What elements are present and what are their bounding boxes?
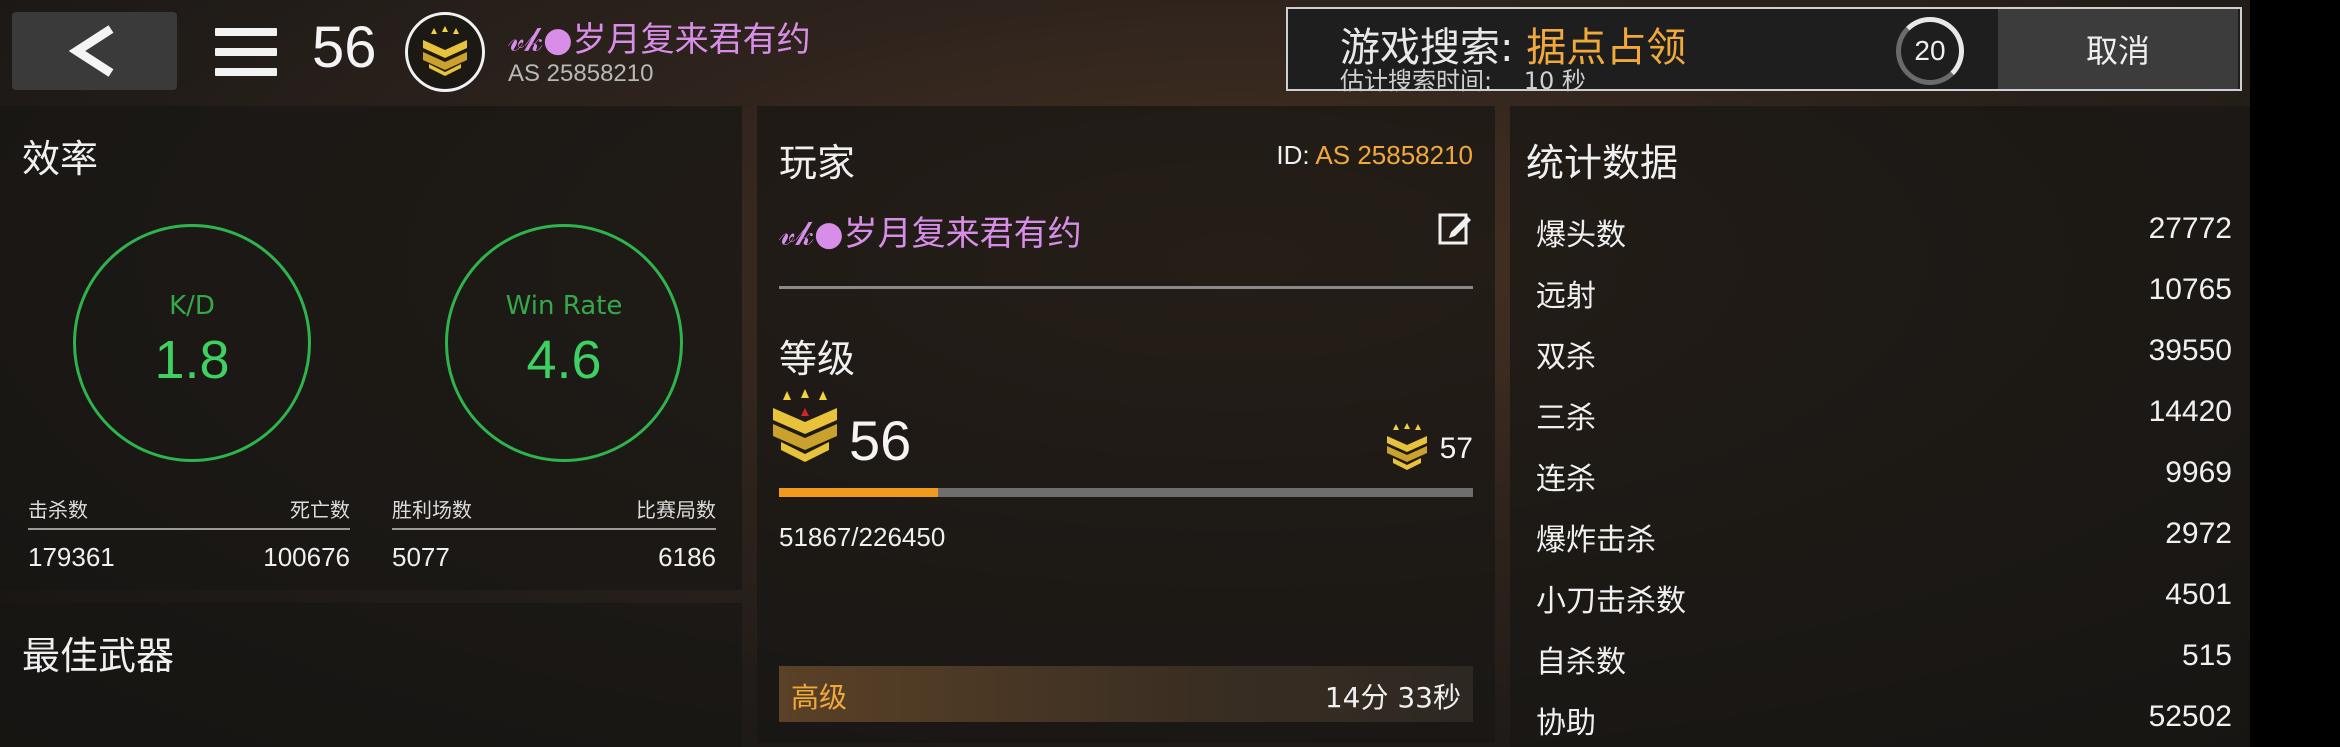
back-button[interactable] xyxy=(12,12,177,90)
kd-value: 1.8 xyxy=(154,330,230,390)
rank-badge-icon xyxy=(405,12,485,92)
kills-label: 击杀数 xyxy=(28,498,88,522)
tier-name: 高级 xyxy=(791,681,848,714)
wins-value: 5077 xyxy=(392,542,450,572)
cancel-search-button[interactable]: 取消 xyxy=(1998,9,2238,89)
matches-value: 6186 xyxy=(658,542,716,572)
edit-pencil-icon[interactable] xyxy=(1437,210,1473,246)
efficiency-title: 效率 xyxy=(22,137,99,181)
hamburger-menu-icon[interactable] xyxy=(215,28,277,80)
current-level: 56 xyxy=(849,409,912,472)
search-countdown: 20 xyxy=(1896,17,1964,85)
player-id: ID: AS 25858210 xyxy=(1276,140,1473,170)
header-player-name: 𝓋𝓀●岁月复来君有约 xyxy=(508,20,811,60)
player-title: 玩家 xyxy=(779,141,856,185)
tier-time: 14分 33秒 xyxy=(1324,681,1461,714)
kd-label: K/D xyxy=(169,291,215,321)
deaths-label: 死亡数 xyxy=(290,498,350,522)
stats-panel: 统计数据 爆头数 27772 远射 10765 双杀 39550 三杀 1442… xyxy=(1510,106,2250,747)
tier-bar: 高级 14分 33秒 xyxy=(779,666,1473,722)
wins-matches-stats: 胜利场数 比赛局数 5077 6186 xyxy=(392,494,716,574)
stat-row-long-shots: 远射 10765 xyxy=(1536,273,2232,314)
stat-row-headshots: 爆头数 27772 xyxy=(1536,212,2232,253)
deaths-value: 100676 xyxy=(263,542,350,572)
xp-progress-fill xyxy=(779,488,938,497)
player-name: 𝓋𝓀●岁月复来君有约 xyxy=(779,214,1082,254)
next-rank-badge-icon xyxy=(1387,423,1427,470)
winrate-ring: Win Rate 4.6 xyxy=(445,224,683,462)
stat-row-triple-kills: 三杀 14420 xyxy=(1536,395,2232,436)
player-panel: 玩家 ID: AS 25858210 𝓋𝓀●岁月复来君有约 等级 56 57 5… xyxy=(757,106,1495,743)
kd-ring: K/D 1.8 xyxy=(73,224,311,462)
top-bar: 56 𝓋𝓀●岁月复来君有约 AS 25858210 游戏搜索: 据点占领 估计搜… xyxy=(0,0,2250,100)
xp-text: 51867/226450 xyxy=(779,522,946,552)
stat-row-explosive-kills: 爆炸击杀 2972 xyxy=(1536,517,2232,558)
divider xyxy=(28,528,350,530)
xp-progress-bar xyxy=(779,488,1473,497)
efficiency-panel: 效率 K/D 1.8 Win Rate 4.6 击杀数 死亡数 179361 1… xyxy=(0,106,742,590)
divider xyxy=(392,528,716,530)
game-profile-screen: 56 𝓋𝓀●岁月复来君有约 AS 25858210 游戏搜索: 据点占领 估计搜… xyxy=(0,0,2250,747)
stats-title: 统计数据 xyxy=(1526,141,1679,185)
kills-value: 179361 xyxy=(28,542,115,572)
header-level: 56 xyxy=(312,15,377,80)
stat-row-double-kills: 双杀 39550 xyxy=(1536,334,2232,375)
stat-row-assists: 协助 52502 xyxy=(1536,700,2232,741)
winrate-value: 4.6 xyxy=(526,330,602,390)
matchmaking-search-box: 游戏搜索: 据点占领 估计搜索时间: 10 秒 20 取消 xyxy=(1286,7,2242,95)
next-level: 57 xyxy=(1439,432,1473,465)
rank-title: 等级 xyxy=(779,337,856,381)
kills-deaths-stats: 击杀数 死亡数 179361 100676 xyxy=(28,494,350,574)
estimated-time-value: 10 秒 xyxy=(1523,67,1586,95)
best-weapon-title: 最佳武器 xyxy=(22,634,175,678)
best-weapon-panel[interactable]: 最佳武器 xyxy=(0,603,742,747)
stat-row-suicides: 自杀数 515 xyxy=(1536,639,2232,680)
matches-label: 比赛局数 xyxy=(636,498,716,522)
chevron-left-icon xyxy=(68,25,113,77)
header-player-id: AS 25858210 xyxy=(508,60,654,87)
stat-row-kill-streaks: 连杀 9969 xyxy=(1536,456,2232,497)
rank-badge-icon xyxy=(773,389,837,462)
wins-label: 胜利场数 xyxy=(392,498,472,522)
estimated-time: 估计搜索时间: 10 秒 xyxy=(1340,67,1586,95)
winrate-label: Win Rate xyxy=(505,291,623,321)
stat-row-knife-kills: 小刀击杀数 4501 xyxy=(1536,578,2232,619)
player-divider xyxy=(779,286,1473,289)
